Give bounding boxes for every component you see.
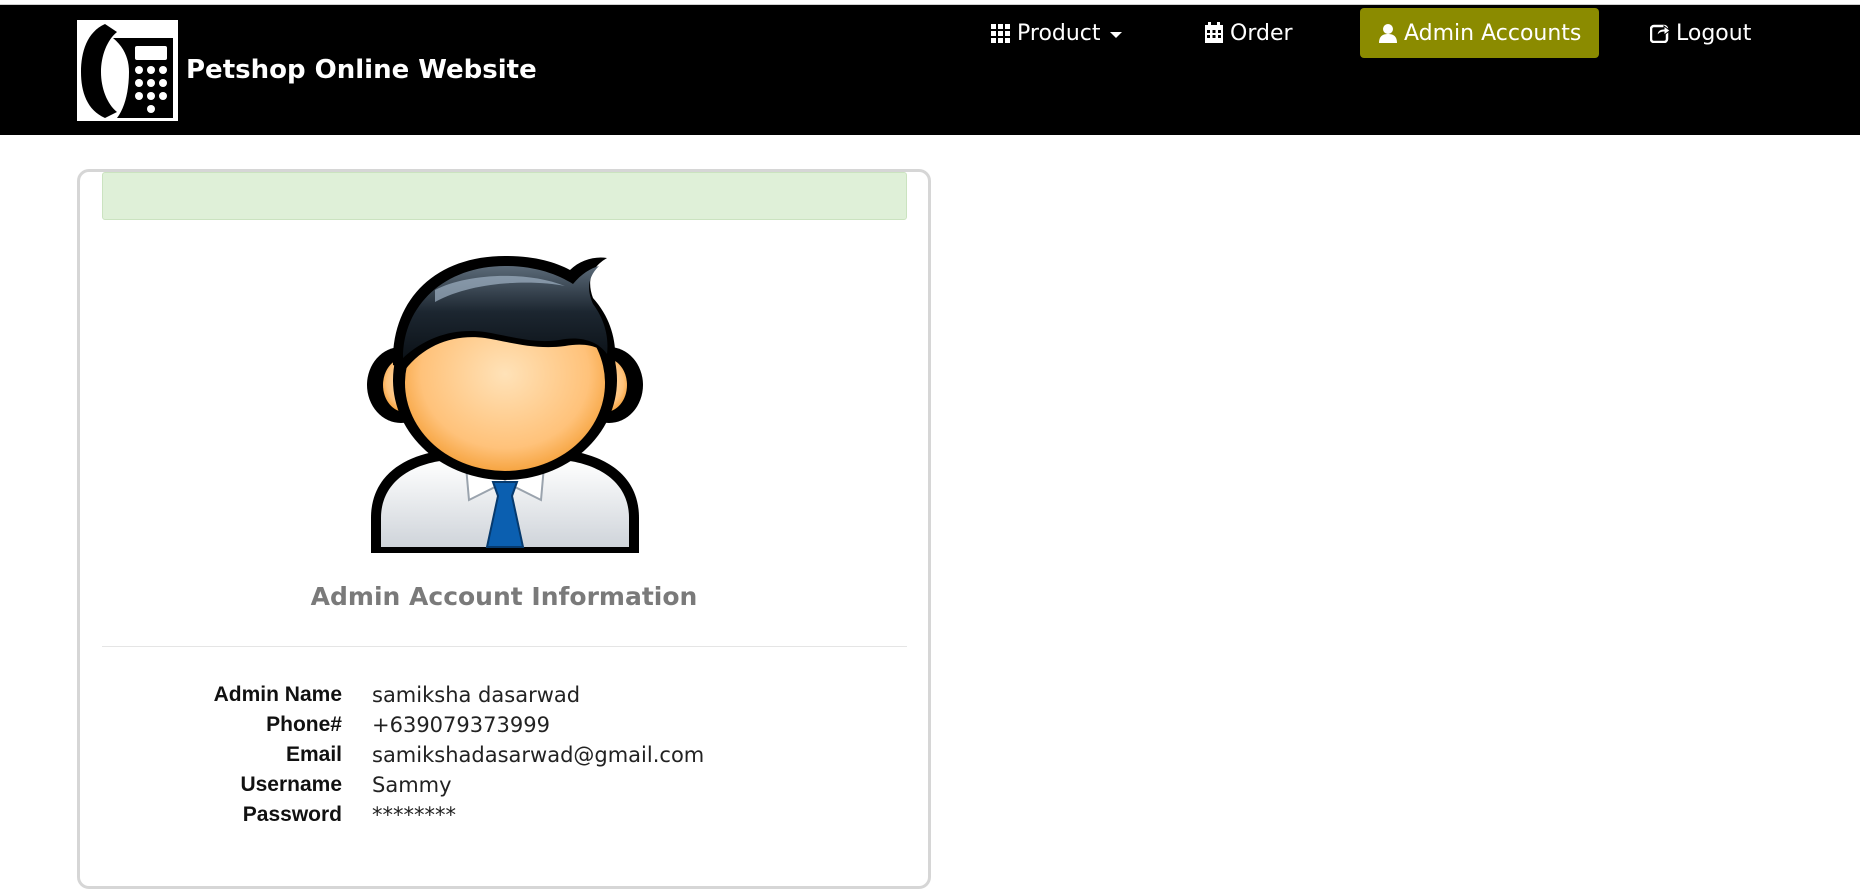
admin-avatar-icon <box>367 256 643 553</box>
user-icon <box>1379 24 1397 43</box>
nav-product-label: Product <box>1017 20 1101 46</box>
site-title: Petshop Online Website <box>186 54 537 85</box>
nav-logout[interactable]: Logout <box>1650 8 1751 58</box>
info-value: +639079373999 <box>372 713 550 737</box>
info-value: samikshadasarwad@gmail.com <box>372 743 705 767</box>
info-label: Username <box>240 773 342 796</box>
share-icon <box>1650 24 1670 43</box>
info-row-username: Username Sammy <box>80 770 928 800</box>
info-label: Phone# <box>266 713 342 736</box>
nav-order[interactable]: Order <box>1204 8 1293 58</box>
info-label: Email <box>285 743 342 766</box>
nav-order-label: Order <box>1230 20 1293 46</box>
phone-calculator-icon <box>77 20 178 121</box>
grid-icon <box>991 24 1010 43</box>
info-label: Admin Name <box>213 683 342 706</box>
success-alert <box>102 172 907 220</box>
brand[interactable]: Petshop Online Website <box>77 20 537 121</box>
nav-admin-accounts[interactable]: Admin Accounts <box>1360 8 1600 58</box>
panel-title: Admin Account Information <box>310 582 698 611</box>
info-row-password: Password ******** <box>80 800 928 830</box>
info-label: Password <box>242 803 342 826</box>
nav-admin-accounts-label: Admin Accounts <box>1404 20 1582 46</box>
calendar-icon <box>1205 22 1223 43</box>
info-value: ******** <box>372 803 456 827</box>
divider <box>102 646 907 647</box>
nav-product[interactable]: Product <box>991 8 1122 58</box>
chevron-down-icon <box>1109 31 1122 38</box>
admin-info-list: Admin Name samiksha dasarwad Phone# +639… <box>80 680 928 830</box>
navbar: Petshop Online Website Product Order Adm… <box>0 5 1860 135</box>
info-value: Sammy <box>372 773 452 797</box>
info-row-phone: Phone# +639079373999 <box>80 710 928 740</box>
info-value: samiksha dasarwad <box>372 683 581 707</box>
nav-logout-label: Logout <box>1676 20 1752 46</box>
info-row-email: Email samikshadasarwad@gmail.com <box>80 740 928 770</box>
info-row-admin-name: Admin Name samiksha dasarwad <box>80 680 928 710</box>
admin-info-panel: Admin Account Information Admin Name sam… <box>77 169 931 889</box>
